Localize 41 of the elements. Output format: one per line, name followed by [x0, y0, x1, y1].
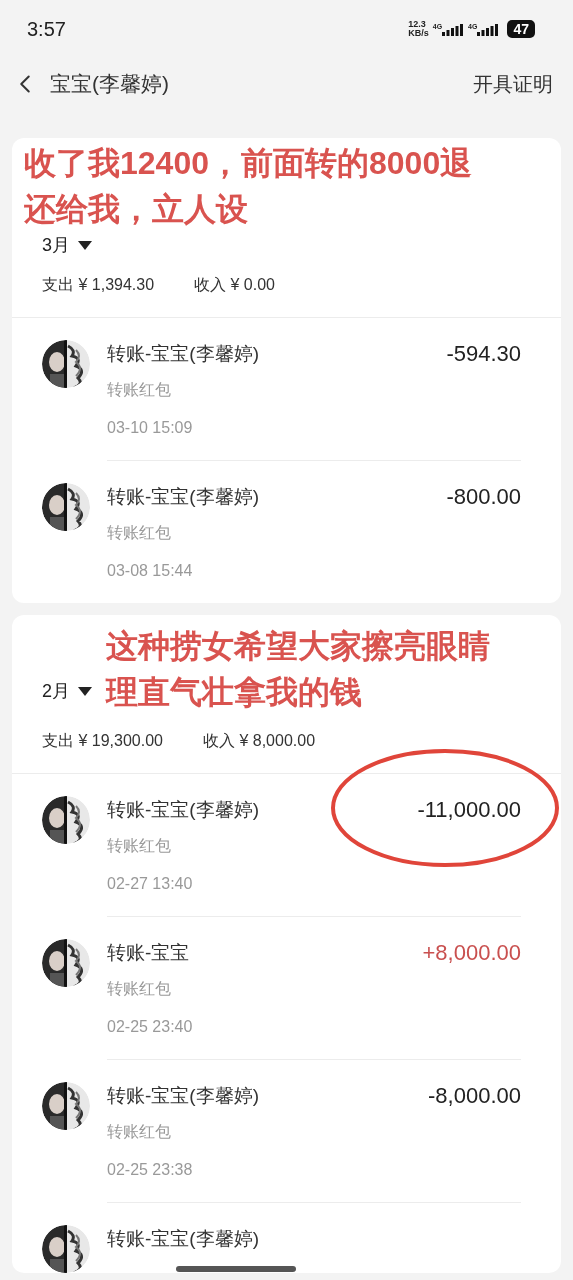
- month-label: 3月: [42, 234, 70, 257]
- signal-icon: [477, 22, 500, 36]
- transaction-amount: +8,000.00: [422, 939, 521, 967]
- transaction-type: 转账红包: [107, 836, 172, 856]
- battery-indicator: 47: [507, 20, 535, 38]
- transaction-type: 转账红包: [107, 979, 172, 999]
- transaction-time: 02-27 13:40: [107, 874, 194, 894]
- network-speed: 12.3: [408, 20, 427, 29]
- transaction-amount: -8,000.00: [428, 1082, 521, 1110]
- transaction-name: 转账-宝宝(李馨婷): [107, 1227, 259, 1251]
- transaction-name: 转账-宝宝(李馨婷): [107, 1084, 259, 1108]
- month-label: 2月: [42, 680, 70, 703]
- transaction-time: 03-10 15:09: [107, 418, 194, 438]
- signal-icon: [442, 22, 465, 36]
- annotation-text: 这种捞女希望大家擦亮眼睛: [106, 627, 490, 666]
- transaction-amount: -594.30: [446, 340, 521, 368]
- certificate-link[interactable]: 开具证明: [473, 69, 553, 99]
- transaction-time: 02-25 23:38: [107, 1160, 194, 1180]
- transaction-name: 转账-宝宝(李馨婷): [107, 798, 259, 822]
- transaction-name: 转账-宝宝(李馨婷): [107, 485, 259, 509]
- transaction-type: 转账红包: [107, 523, 172, 543]
- expense-total: 支出 ¥ 19,300.00: [42, 731, 163, 751]
- network-speed: KB/s: [408, 29, 429, 38]
- transaction-time: 02-25 23:40: [107, 1017, 194, 1037]
- annotation-text: 还给我，立人设: [24, 190, 249, 229]
- dropdown-icon[interactable]: [78, 241, 92, 250]
- transaction-type: 转账红包: [107, 1122, 172, 1142]
- transaction-time: 03-08 15:44: [107, 561, 194, 581]
- dropdown-icon[interactable]: [78, 687, 92, 696]
- transaction-type: 转账红包: [107, 380, 172, 400]
- page-title: 宝宝(李馨婷): [50, 71, 169, 98]
- income-total: 收入 ¥ 8,000.00: [202, 731, 316, 751]
- transaction-name: 转账-宝宝: [107, 941, 190, 965]
- transaction-name: 转账-宝宝(李馨婷): [107, 342, 259, 366]
- clock-time: 3:57: [27, 17, 66, 42]
- transaction-amount: -11,000.00: [417, 796, 521, 824]
- income-total: 收入 ¥ 0.00: [194, 275, 275, 295]
- transaction-amount: -800.00: [446, 483, 521, 511]
- annotation-text: 理直气壮拿我的钱: [106, 673, 363, 712]
- expense-total: 支出 ¥ 1,394.30: [42, 275, 155, 295]
- annotation-text: 收了我12400，前面转的8000退: [24, 144, 474, 183]
